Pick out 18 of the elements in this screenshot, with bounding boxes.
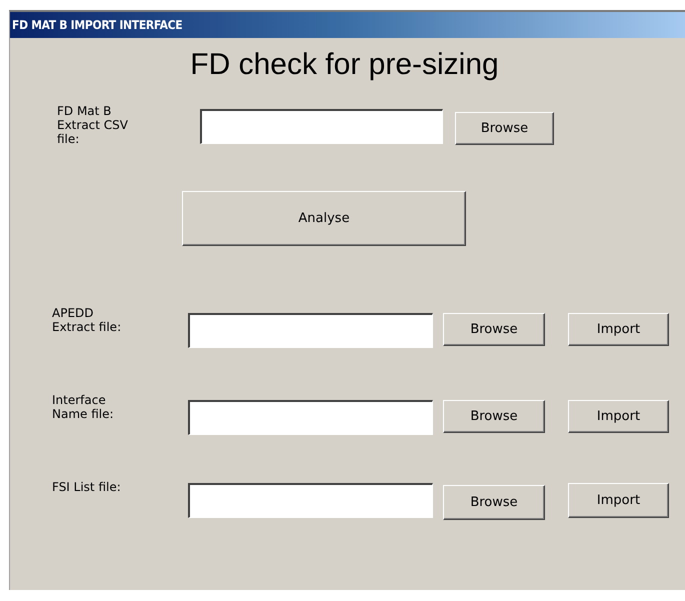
field-label: Interface Name file: [52,393,115,421]
browse-button[interactable]: Browse [443,400,545,433]
analyse-button[interactable]: Analyse [182,191,466,246]
heading: FD check for pre-sizing [189,48,500,83]
field-label: APEDD Extract file: [52,306,122,334]
input-field[interactable] [188,400,433,435]
field-label: FD Mat B Extract CSV file: [57,104,129,146]
input-field[interactable] [188,483,433,518]
browse-button[interactable]: Browse [443,485,545,520]
browse-button[interactable]: Browse [443,313,545,346]
import-button[interactable]: Import [568,313,669,346]
field-label: FSI List file: [52,480,122,494]
input-field[interactable] [188,313,433,348]
browse-button[interactable]: Browse [455,112,554,145]
import-button[interactable]: Import [568,400,669,433]
input-field[interactable] [200,109,443,144]
window-title: FD MAT B IMPORT INTERFACE [12,18,182,32]
import-button[interactable]: Import [568,483,669,518]
